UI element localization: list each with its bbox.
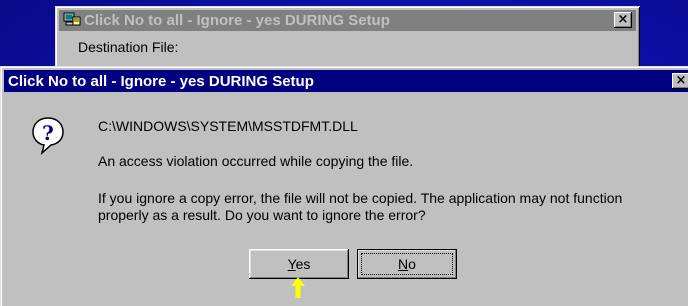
dialog-titlebar[interactable]: Click No to all - Ignore - yes DURING Se… bbox=[4, 70, 688, 92]
copy-error-dialog: Click No to all - Ignore - yes DURING Se… bbox=[0, 66, 688, 306]
no-button[interactable]: No bbox=[357, 249, 457, 279]
file-path-text: C:\WINDOWS\SYSTEM\MSSTDFMT.DLL bbox=[98, 118, 358, 134]
yes-button[interactable]: Yes bbox=[249, 249, 349, 279]
focus-ring bbox=[361, 253, 453, 275]
svg-text:?: ? bbox=[42, 121, 54, 145]
background-window-titlebar[interactable]: Click No to all - Ignore - yes DURING Se… bbox=[59, 10, 636, 31]
ignore-prompt: If you ignore a copy error, the file wil… bbox=[98, 190, 622, 224]
question-icon: ? bbox=[31, 116, 65, 156]
dialog-close-button[interactable]: × bbox=[672, 73, 688, 89]
close-icon: × bbox=[617, 12, 629, 27]
setup-computer-icon bbox=[63, 11, 81, 31]
dialog-title: Click No to all - Ignore - yes DURING Se… bbox=[8, 72, 314, 90]
background-window-title: Click No to all - Ignore - yes DURING Se… bbox=[84, 12, 390, 29]
yes-button-label-rest: es bbox=[295, 256, 311, 272]
background-window-close-button[interactable]: × bbox=[614, 12, 632, 28]
ignore-prompt-line1: If you ignore a copy error, the file wil… bbox=[98, 190, 623, 206]
close-icon: × bbox=[675, 73, 687, 88]
ignore-prompt-line2: properly as a result. Do you want to ign… bbox=[98, 207, 426, 223]
yes-button-mnemonic: Y bbox=[287, 256, 296, 272]
violation-message: An access violation occurred while copyi… bbox=[98, 153, 414, 169]
destination-file-label: Destination File: bbox=[78, 39, 179, 55]
up-arrow-icon bbox=[290, 277, 306, 298]
